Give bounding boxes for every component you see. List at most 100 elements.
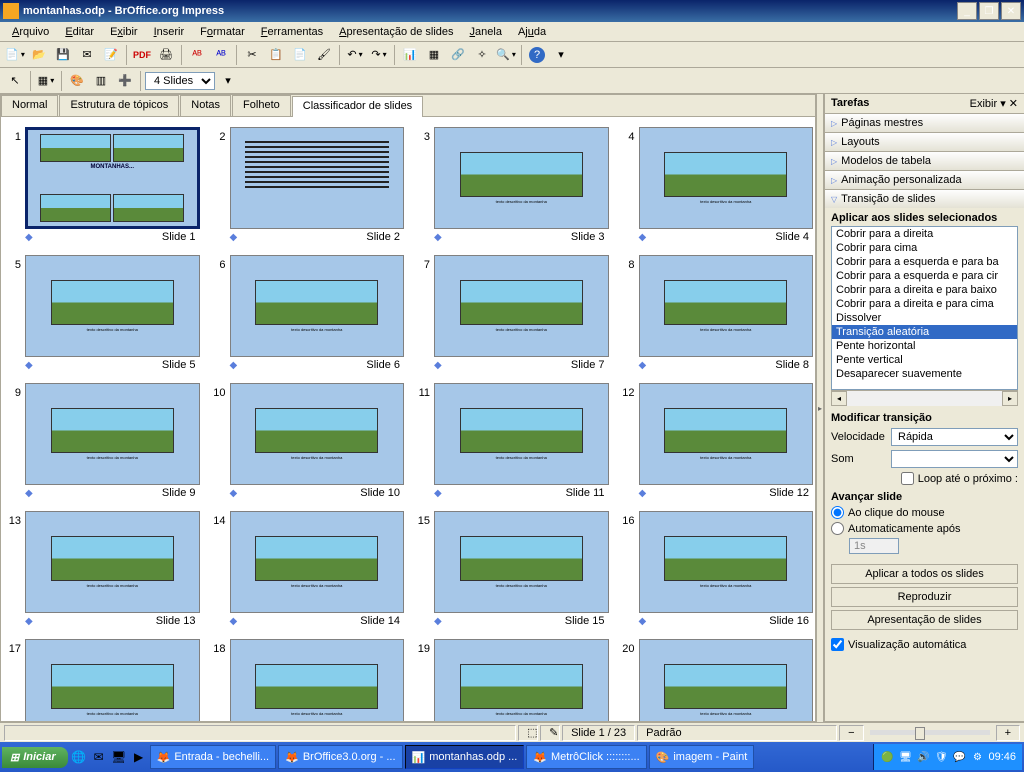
slide-thumb[interactable]: texto descritivo da montanha	[434, 383, 609, 485]
menu-ajuda[interactable]: Ajuda	[510, 24, 554, 40]
transition-list[interactable]: Cobrir para a direitaCobrir para cima Cob…	[831, 226, 1018, 390]
copy-button[interactable]: 📋	[265, 44, 287, 66]
slide-thumb[interactable]: texto descritivo da montanha	[434, 511, 609, 613]
velocidade-select[interactable]: Rápida	[891, 428, 1018, 446]
menu-editar[interactable]: Editar	[57, 24, 102, 40]
clock[interactable]: 09:46	[988, 751, 1016, 763]
transition-item[interactable]: Cobrir para a direita e para baixo	[832, 283, 1017, 297]
scroll-left-icon[interactable]: ◂	[831, 391, 847, 406]
tray-icon-3[interactable]: 🔊	[916, 750, 930, 764]
close-button[interactable]: ✕	[1001, 2, 1021, 20]
navigator-button[interactable]: ✧	[471, 44, 493, 66]
transition-item[interactable]: Dissolver	[832, 311, 1017, 325]
tray-icon-6[interactable]: ⚙	[970, 750, 984, 764]
quicklaunch-desktop-icon[interactable]: 🖥	[110, 748, 128, 766]
tab-normal[interactable]: Normal	[1, 95, 58, 116]
tab-notas[interactable]: Notas	[180, 95, 231, 116]
scroll-right-icon[interactable]: ▸	[1002, 391, 1018, 406]
tab-folheto[interactable]: Folheto	[232, 95, 291, 116]
zoom-slider[interactable]	[870, 730, 990, 735]
tray-icon-4[interactable]: 🛡	[934, 750, 948, 764]
edit-doc-button[interactable]: 📝	[100, 44, 122, 66]
slide-thumb[interactable]: texto descritivo da montanha	[25, 511, 200, 613]
menu-janela[interactable]: Janela	[462, 24, 510, 40]
insert-slide-button[interactable]: ➕	[114, 70, 136, 92]
help-button[interactable]: ?	[526, 44, 548, 66]
spellcheck-button[interactable]: ᴬᴮ	[186, 44, 208, 66]
menu-ferramentas[interactable]: Ferramentas	[253, 24, 331, 40]
som-select[interactable]	[891, 450, 1018, 468]
task-entrada[interactable]: 🦊 Entrada - bechelli...	[150, 745, 276, 769]
transition-item[interactable]: Pente vertical	[832, 353, 1017, 367]
slide-thumb[interactable]: texto descritivo da montanha	[639, 511, 814, 613]
slide-thumb[interactable]: texto descritivo da montanha	[434, 127, 609, 229]
restore-button[interactable]: ❐	[979, 2, 999, 20]
tray-icon-1[interactable]: 🟢	[880, 750, 894, 764]
aplicar-todos-button[interactable]: Aplicar a todos os slides	[831, 564, 1018, 584]
menu-inserir[interactable]: Inserir	[146, 24, 193, 40]
section-animacao[interactable]: Animação personalizada	[825, 171, 1024, 189]
slide-thumb[interactable]: texto descritivo da montanha	[230, 511, 405, 613]
slides-per-row-select[interactable]: 4 Slides	[145, 72, 215, 90]
task-paint[interactable]: 🎨 imagem - Paint	[649, 745, 755, 769]
tab-estrutura[interactable]: Estrutura de tópicos	[59, 95, 179, 116]
format-paint-button[interactable]: 🖌	[313, 44, 335, 66]
quicklaunch-ie-icon[interactable]: 🌐	[70, 748, 88, 766]
menu-apresentacao[interactable]: Apresentação de slides	[331, 24, 461, 40]
section-transicao[interactable]: Transição de slides	[825, 190, 1024, 208]
ao-clique-radio[interactable]	[831, 506, 844, 519]
zoom-in-icon[interactable]: +	[996, 725, 1020, 741]
quicklaunch-media-icon[interactable]: ▶	[130, 748, 148, 766]
slide-thumb[interactable]	[230, 127, 405, 229]
slideshow-button[interactable]: ▦	[35, 70, 57, 92]
reproduzir-button[interactable]: Reproduzir	[831, 587, 1018, 607]
section-layouts[interactable]: Layouts	[825, 133, 1024, 151]
slide-sorter[interactable]: 1MONTANHAS...Slide 12Slide 23texto descr…	[1, 117, 815, 721]
undo-button[interactable]: ↶	[344, 44, 366, 66]
zoom-out-icon[interactable]: −	[839, 725, 863, 741]
redo-button[interactable]: ↷	[368, 44, 390, 66]
zoom-button[interactable]: 🔍	[495, 44, 517, 66]
tray-icon-2[interactable]: 🖥	[898, 750, 912, 764]
transition-item[interactable]: Cobrir para a esquerda e para cir	[832, 269, 1017, 283]
export-pdf-button[interactable]: PDF	[131, 44, 153, 66]
visualizacao-checkbox[interactable]	[831, 638, 844, 651]
chart-button[interactable]: 📊	[399, 44, 421, 66]
slide-thumb[interactable]: texto descritivo da montanha	[25, 255, 200, 357]
slide-thumb[interactable]: texto descritivo da montanha	[25, 639, 200, 721]
slide-thumb[interactable]: texto descritivo da montanha	[639, 127, 814, 229]
menu-exibir[interactable]: Exibir	[102, 24, 146, 40]
task-montanhas[interactable]: 📊 montanhas.odp ...	[405, 745, 525, 769]
slide-thumb[interactable]: texto descritivo da montanha	[230, 639, 405, 721]
slide-thumb[interactable]: texto descritivo da montanha	[25, 383, 200, 485]
cut-button[interactable]: ✂	[241, 44, 263, 66]
auto-spinner[interactable]: 1s	[849, 538, 899, 554]
tasks-exibir-link[interactable]: Exibir ▾ ✕	[970, 97, 1018, 110]
apresentacao-button[interactable]: Apresentação de slides	[831, 610, 1018, 630]
transition-item[interactable]: Cobrir para a direita	[832, 227, 1017, 241]
slide-thumb[interactable]: texto descritivo da montanha	[434, 639, 609, 721]
auto-radio[interactable]	[831, 522, 844, 535]
paste-button[interactable]: 📄	[289, 44, 311, 66]
pointer-button[interactable]: ↖	[4, 70, 26, 92]
slide-thumb[interactable]: texto descritivo da montanha	[639, 639, 814, 721]
slide-thumb[interactable]: texto descritivo da montanha	[230, 255, 405, 357]
slide-thumb[interactable]: texto descritivo da montanha	[639, 383, 814, 485]
new-button[interactable]: 📄	[4, 44, 26, 66]
transition-item[interactable]: Desaparecer suavemente	[832, 367, 1017, 381]
panel-collapse-button[interactable]	[816, 94, 824, 722]
toolbar2-overflow[interactable]: ▾	[217, 70, 239, 92]
task-broffice[interactable]: 🦊 BrOffice3.0.org - ...	[278, 745, 402, 769]
section-modelos-tabela[interactable]: Modelos de tabela	[825, 152, 1024, 170]
menu-arquivo[interactable]: Arquivo	[4, 24, 57, 40]
email-button[interactable]: ✉	[76, 44, 98, 66]
slide-layout-button[interactable]: ▥	[90, 70, 112, 92]
toolbar-overflow[interactable]: ▾	[550, 44, 572, 66]
slide-thumb[interactable]: texto descritivo da montanha	[434, 255, 609, 357]
transition-item[interactable]: Cobrir para cima	[832, 241, 1017, 255]
tab-classificador[interactable]: Classificador de slides	[292, 96, 423, 117]
autospell-button[interactable]: ᴬᴮ	[210, 44, 232, 66]
print-button[interactable]: 🖨	[155, 44, 177, 66]
transition-item[interactable]: Pente horizontal	[832, 339, 1017, 353]
tray-icon-5[interactable]: 💬	[952, 750, 966, 764]
